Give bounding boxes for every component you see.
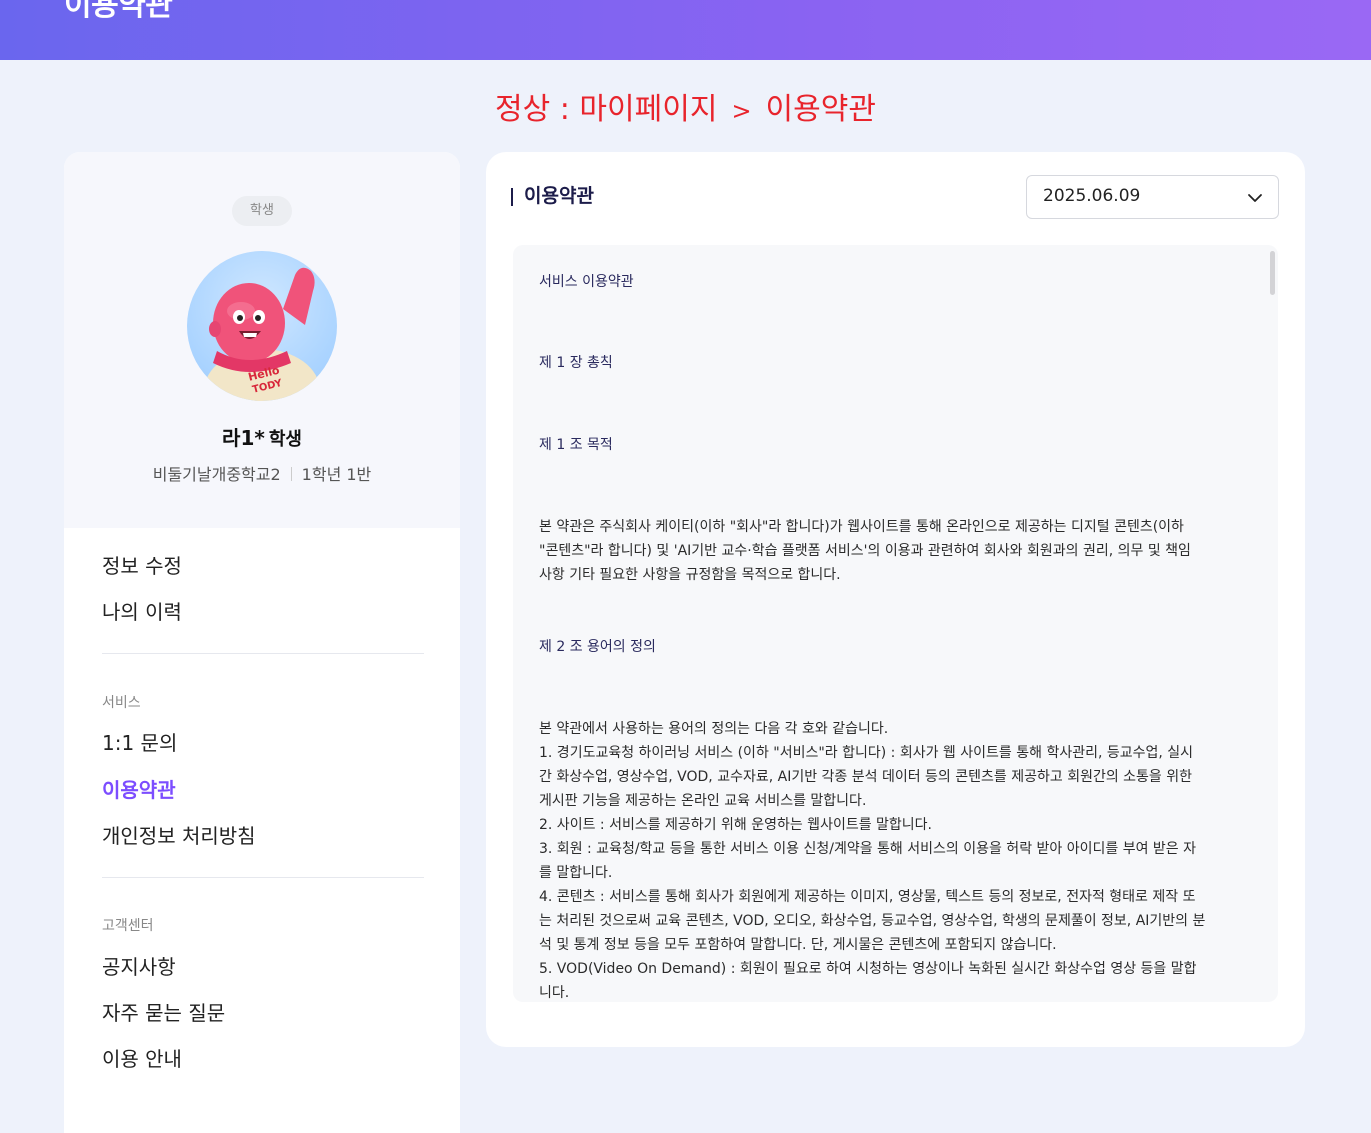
- top-header-bar: 이용약관: [0, 0, 1371, 60]
- menu-divider: [102, 653, 424, 654]
- terms-chapter-title: 제 1 장 총칙: [539, 355, 613, 371]
- breadcrumb-separator: >: [731, 97, 752, 125]
- terms-line: 본 약관에서 사용하는 용어의 정의는 다음 각 호와 같습니다.: [539, 721, 889, 737]
- terms-article-body: 본 약관은 주식회사 케이티(이하 "회사"라 합니다)가 웹사이트를 통해 온…: [539, 515, 1259, 587]
- sidebar-item-faq[interactable]: 자주 묻는 질문: [102, 999, 225, 1027]
- terms-line: 를 말합니다.: [539, 865, 613, 881]
- terms-line: 사항 기타 필요한 사항을 규정함을 목적으로 합니다.: [539, 567, 841, 583]
- terms-article-title: 제 1 조 목적: [539, 437, 613, 453]
- terms-line: 4. 콘텐츠 : 서비스를 통해 회사가 회원에게 제공하는 이미지, 영상물,…: [539, 889, 1196, 905]
- chevron-down-icon: [1248, 194, 1262, 202]
- breadcrumb-current: 이용약관: [765, 92, 876, 127]
- sidebar: 학생 Hello TODY 라1* 학생 비둘기날개중학교2 1학년 1반 정보…: [64, 152, 460, 1133]
- terms-line: 5. VOD(Video On Demand) : 회원이 필요로 하여 시청하…: [539, 961, 1197, 977]
- sidebar-item-my-history[interactable]: 나의 이력: [102, 598, 182, 626]
- terms-line: 니다.: [539, 985, 570, 1001]
- user-name-value: 라1*: [222, 426, 265, 450]
- version-select-value: 2025.06.09: [1043, 186, 1141, 206]
- school-divider: [290, 467, 292, 481]
- terms-line: 게시판 기능을 제공하는 온라인 교육 서비스를 말합니다.: [539, 793, 867, 809]
- sidebar-item-edit-info[interactable]: 정보 수정: [102, 552, 182, 580]
- terms-line: 2. 사이트 : 서비스를 제공하기 위해 운영하는 웹사이트를 말합니다.: [539, 817, 933, 833]
- sidebar-item-notice[interactable]: 공지사항: [102, 953, 176, 981]
- terms-line: 본 약관은 주식회사 케이티(이하 "회사"라 합니다)가 웹사이트를 통해 온…: [539, 519, 1184, 535]
- sidebar-item-guide[interactable]: 이용 안내: [102, 1045, 182, 1073]
- section-label-service: 서비스: [102, 695, 141, 711]
- mascot-avatar-icon: Hello TODY: [204, 267, 320, 401]
- terms-article-body: 본 약관에서 사용하는 용어의 정의는 다음 각 호와 같습니다. 1. 경기도…: [539, 717, 1259, 1002]
- header-title: 이용약관: [64, 0, 173, 23]
- avatar: Hello TODY: [187, 251, 337, 401]
- menu-divider: [102, 877, 424, 878]
- breadcrumb: 정상 : 마이페이지 > 이용약관: [0, 88, 1371, 133]
- terms-panel: 이용약관 2025.06.09 서비스 이용약관 제 1 장 총칙 제 1 조 …: [486, 152, 1305, 1047]
- version-select[interactable]: 2025.06.09: [1026, 175, 1279, 219]
- terms-content-box[interactable]: 서비스 이용약관 제 1 장 총칙 제 1 조 목적 본 약관은 주식회사 케이…: [513, 245, 1278, 1002]
- terms-article-title: 제 2 조 용어의 정의: [539, 639, 656, 655]
- user-name: 라1* 학생: [64, 422, 460, 451]
- terms-line: 간 화상수업, 영상수업, VOD, 교수자료, AI기반 각종 분석 데이터 …: [539, 769, 1193, 785]
- panel-title: 이용약관: [511, 182, 594, 210]
- scrollbar-thumb[interactable]: [1270, 251, 1275, 295]
- section-label-support: 고객센터: [102, 918, 154, 934]
- role-badge: 학생: [232, 196, 292, 226]
- class-name: 1학년 1반: [301, 465, 372, 484]
- terms-line: 는 처리된 것으로써 교육 콘텐츠, VOD, 오디오, 화상수업, 등교수업,…: [539, 913, 1206, 929]
- sidebar-item-privacy[interactable]: 개인정보 처리방침: [102, 822, 256, 850]
- sidebar-item-terms[interactable]: 이용약관: [102, 776, 176, 804]
- terms-line: 1. 경기도교육청 하이러닝 서비스 (이하 "서비스"라 합니다) : 회사가…: [539, 745, 1194, 761]
- terms-doc-title: 서비스 이용약관: [539, 274, 634, 290]
- breadcrumb-prefix: 정상 : 마이페이지: [495, 92, 718, 127]
- school-name: 비둘기날개중학교2: [152, 465, 281, 484]
- terms-line: 3. 회원 : 교육청/학교 등을 통한 서비스 이용 신청/계약을 통해 서비…: [539, 841, 1196, 857]
- sidebar-item-inquiry[interactable]: 1:1 문의: [102, 729, 177, 757]
- user-school-info: 비둘기날개중학교2 1학년 1반: [64, 461, 460, 485]
- terms-line: "콘텐츠"라 합니다) 및 'AI기반 교수·학습 플랫폼 서비스'의 이용과 …: [539, 543, 1191, 559]
- terms-line: 석 및 통계 정보 등을 모두 포함하여 말합니다. 단, 게시물은 콘텐츠에 …: [539, 937, 1057, 953]
- user-role-suffix: 학생: [268, 429, 302, 450]
- profile-card: 학생 Hello TODY 라1* 학생 비둘기날개중학교2 1학년 1반: [64, 152, 460, 528]
